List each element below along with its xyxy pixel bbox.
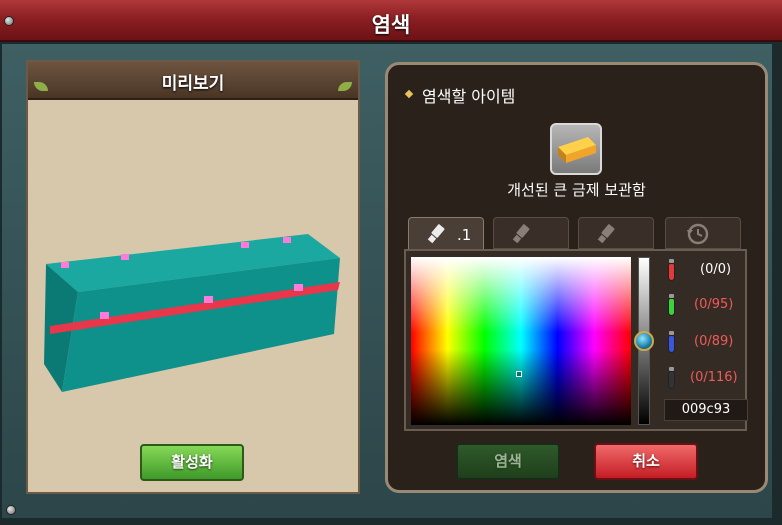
chest-stud <box>121 254 129 260</box>
window-title: 염색 <box>371 13 411 37</box>
dye-panel: 염색할 아이템 개선된 큰 금제 보관함 .1 (0/0) (0/95) (0/… <box>385 62 768 493</box>
preview-panel: 미리보기 활성화 <box>26 60 360 494</box>
tab-dye-slot-1[interactable]: .1 <box>408 217 484 250</box>
chest-stud <box>294 284 303 291</box>
chest-stud <box>241 242 249 248</box>
color-picker: (0/0) (0/95) (0/89) (0/116) 009c93 <box>404 249 750 431</box>
rgb-row-green: (0/95) <box>664 294 750 322</box>
history-icon <box>687 223 709 245</box>
preview-title: 미리보기 <box>161 74 225 94</box>
chest-stud <box>283 237 291 243</box>
chest-preview[interactable] <box>28 234 358 414</box>
preview-header: 미리보기 <box>28 62 358 100</box>
hex-color-input[interactable]: 009c93 <box>664 399 748 421</box>
chest-stud <box>61 262 69 268</box>
rgb-value: (0/95) <box>694 297 734 312</box>
dye-button[interactable]: 염색 <box>456 443 560 480</box>
brush-icon <box>597 224 615 244</box>
dye-item-name: 개선된 큰 금제 보관함 <box>507 181 646 199</box>
green-vial-icon <box>668 294 675 316</box>
tab-dye-history[interactable] <box>665 217 741 249</box>
tab-dye-slot-3[interactable] <box>578 217 654 249</box>
rgb-value: (0/0) <box>700 262 732 277</box>
rgb-value: (0/116) <box>690 370 738 385</box>
tab-dye-slot-2[interactable] <box>493 217 569 249</box>
chest-stud <box>204 296 213 303</box>
color-spectrum[interactable] <box>411 257 631 425</box>
window-titlebar: 염색 <box>0 0 782 42</box>
rgb-row-blue: (0/89) <box>664 331 750 359</box>
tab-label: .1 <box>457 226 472 244</box>
blue-vial-icon <box>668 331 675 353</box>
black-vial-icon <box>668 367 675 389</box>
bullet-icon <box>404 89 414 99</box>
dye-section-title: 염색할 아이템 <box>422 87 516 106</box>
red-vial-icon <box>668 259 675 281</box>
spectrum-cursor[interactable] <box>516 371 522 377</box>
dye-item-slot[interactable] <box>550 123 602 175</box>
rgb-row-black: (0/116) <box>664 367 750 395</box>
brush-icon <box>512 224 530 244</box>
chest-stud <box>100 312 109 319</box>
rgb-row-red: (0/0) <box>664 259 750 287</box>
rivet-icon <box>6 505 16 515</box>
rgb-value: (0/89) <box>694 334 734 349</box>
cancel-button[interactable]: 취소 <box>594 443 698 480</box>
activate-button[interactable]: 활성화 <box>140 444 244 481</box>
brush-icon <box>427 224 445 244</box>
golden-chest-icon <box>558 137 596 163</box>
brightness-slider-knob[interactable] <box>634 331 654 351</box>
